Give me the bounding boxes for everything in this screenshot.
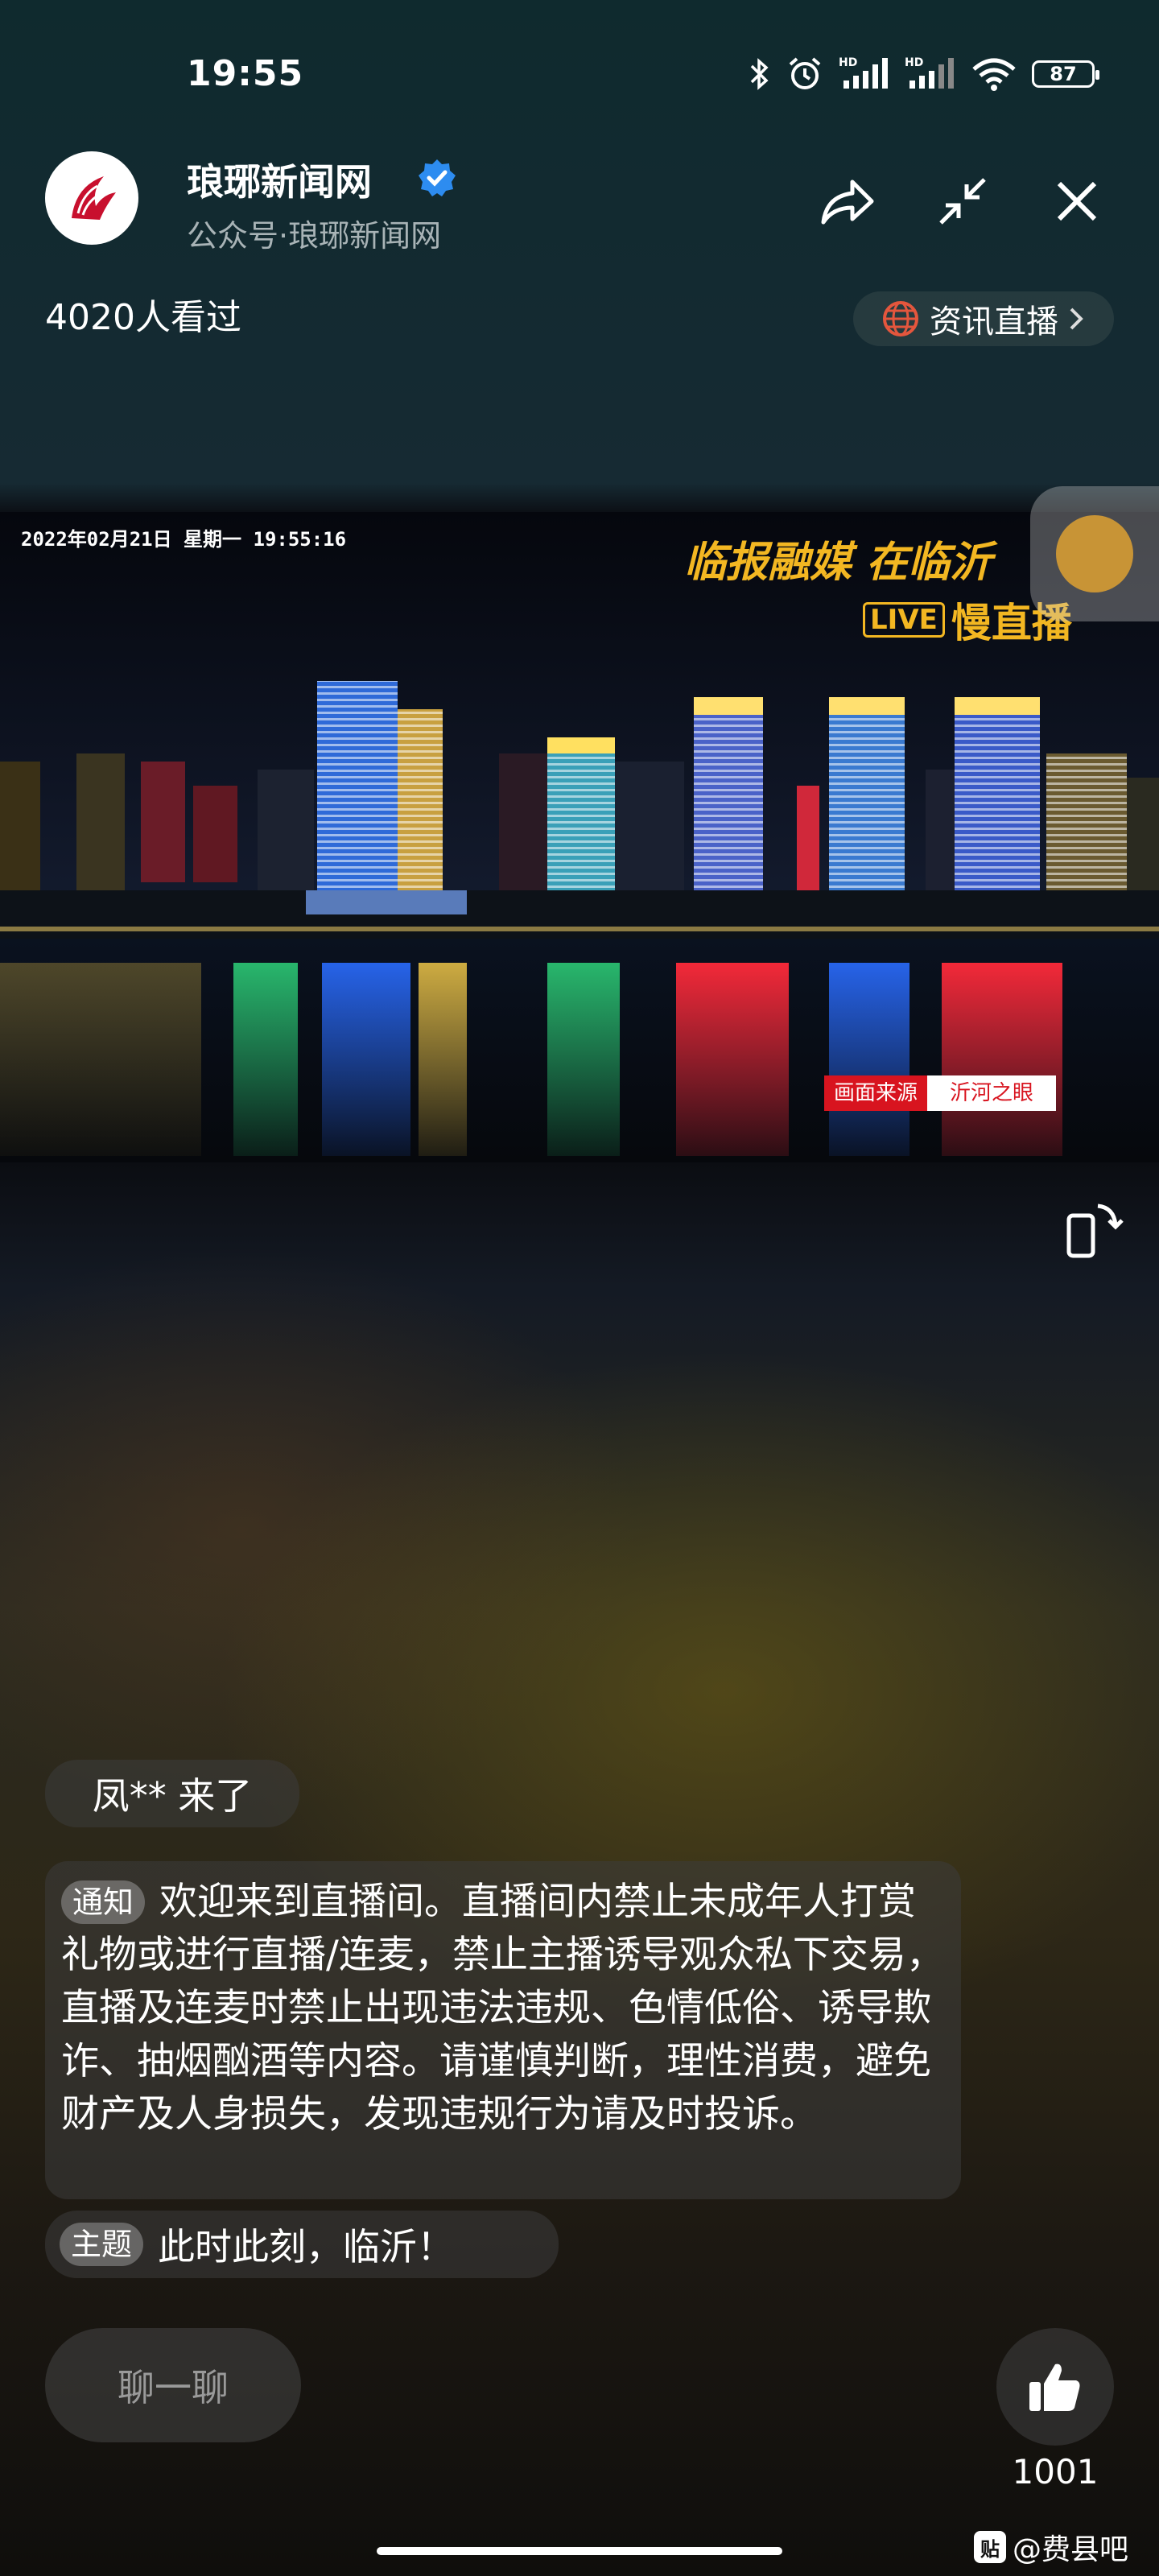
live-video-player[interactable]: 2022年02月21日 星期一 19:55:16 临报融媒 在临沂 LIVE 慢… (0, 512, 1159, 1162)
alarm-icon (789, 57, 821, 89)
like-button[interactable] (996, 2328, 1114, 2446)
video-timestamp: 2022年02月21日 星期一 19:55:16 (21, 528, 347, 551)
svg-text:HD: HD (905, 56, 923, 69)
watermark-text: @费县吧 (1013, 2533, 1129, 2566)
notice-tag: 通知 (61, 1880, 146, 1924)
view-count: 4020人看过 (45, 297, 241, 338)
svg-text:HD: HD (839, 56, 857, 69)
signal-hd-icon: HD (839, 56, 888, 89)
floating-assistant-button[interactable] (1030, 486, 1159, 621)
signal-hd-icon-2: HD (905, 56, 954, 89)
source-name: 沂河之眼 (927, 1075, 1057, 1111)
account-subtitle: 公众号·琅琊新闻网 (187, 218, 442, 254)
close-button[interactable] (1045, 169, 1109, 233)
account-name[interactable]: 琅琊新闻网 (187, 153, 372, 206)
share-button[interactable] (815, 169, 879, 233)
phoenix-logo-icon (72, 176, 116, 220)
battery-indicator: 87 (1032, 60, 1099, 88)
news-live-label: 资讯直播 (930, 303, 1058, 341)
home-indicator[interactable] (377, 2547, 782, 2555)
topic-message: 主题 此时此刻，临沂！ (45, 2211, 559, 2278)
topic-text: 此时此刻，临沂！ (158, 2225, 455, 2268)
notice-message: 通知 欢迎来到直播间。直播间内禁止未成年人打赏礼物或进行直播/连麦，禁止主播诱导观… (45, 1861, 961, 2199)
assistant-avatar (1056, 515, 1133, 592)
live-badge: LIVE (863, 602, 945, 638)
account-avatar[interactable] (45, 151, 138, 245)
wifi-icon (972, 58, 1016, 91)
bluetooth-icon (750, 58, 769, 90)
minimize-icon (939, 178, 986, 225)
thumbs-up-icon (1029, 2363, 1080, 2411)
chat-input-button[interactable]: 聊一聊 (45, 2328, 301, 2442)
join-message: 凤** 来了 (45, 1760, 299, 1827)
verified-badge-icon (419, 159, 456, 196)
like-count: 1001 (1012, 2452, 1099, 2491)
chevron-right-icon (1070, 308, 1083, 330)
topic-tag: 主题 (60, 2223, 144, 2266)
minimize-button[interactable] (930, 169, 995, 233)
video-source-tag: 画面来源 沂河之眼 (824, 1075, 1057, 1111)
tieba-logo-icon: 贴 (974, 2531, 1006, 2563)
rotate-screen-icon[interactable] (1061, 1198, 1125, 1262)
notice-text: 欢迎来到直播间。直播间内禁止未成年人打赏礼物或进行直播/连麦，禁止主播诱导观众私… (61, 1880, 944, 2136)
source-label: 画面来源 (824, 1075, 928, 1111)
share-icon (821, 180, 874, 225)
globe-icon (883, 301, 918, 336)
close-icon (1057, 181, 1097, 221)
status-icons: HD HD 87 (749, 55, 1099, 93)
watermark: 贴 @费县吧 (974, 2526, 1128, 2568)
video-brand-title: 临报融媒 在临沂 (684, 539, 992, 587)
status-time: 19:55 (187, 53, 304, 94)
news-live-button[interactable]: 资讯直播 (853, 291, 1114, 346)
